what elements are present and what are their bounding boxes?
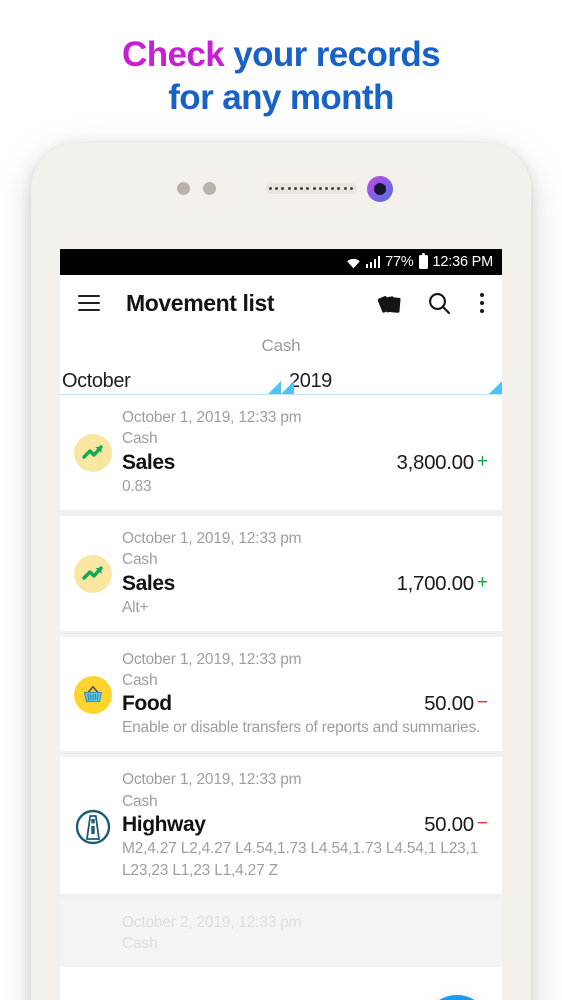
period-filter-row: October 2019 (60, 359, 502, 395)
promo-line-1-rest: your records (224, 35, 440, 74)
row-body: October 1, 2019, 12:33 pm Cash Sales 1,7… (114, 528, 488, 619)
month-selector-value: October (62, 370, 131, 392)
row-date: October 1, 2019, 12:33 pm (122, 771, 302, 789)
row-note: 0.83 (122, 477, 152, 495)
row-icon (72, 675, 114, 714)
shopping-basket-icon (74, 675, 112, 714)
row-body: October 1, 2019, 12:33 pm Cash Sales 3,8… (114, 407, 488, 498)
row-sign: + (476, 450, 488, 472)
earpiece-speaker-icon (265, 183, 357, 194)
row-amount-group: 1,700.00 + (386, 572, 488, 596)
row-note: Alt+ (122, 598, 149, 616)
table-row[interactable]: October 1, 2019, 12:33 pm Cash Highway 5… (60, 757, 502, 894)
road-icon (74, 808, 112, 846)
table-row[interactable]: October 1, 2019, 12:33 pm Cash Sales 3,8… (60, 395, 502, 510)
row-sign: − (476, 813, 488, 834)
page-title: Movement list (126, 289, 275, 316)
table-row[interactable]: October 1, 2019, 12:33 pm Cash Food 50.0… (60, 636, 502, 752)
table-row[interactable]: October 2, 2019, 12:33 pm Cash (60, 900, 502, 967)
row-main-line: Sales 3,800.00 + (122, 451, 488, 475)
row-category: Sales (122, 571, 175, 595)
row-amount-group: 50.00 − (414, 692, 488, 716)
row-amount: 3,800.00 (396, 450, 474, 474)
chevron-down-icon (489, 381, 502, 394)
row-icon (72, 434, 114, 473)
row-category: Highway (122, 813, 206, 836)
row-main-line: Sales 1,700.00 + (122, 572, 488, 596)
app-bar: Movement list (60, 275, 502, 331)
row-amount: 1,700.00 (396, 571, 474, 595)
row-date: October 1, 2019, 12:33 pm (122, 529, 302, 547)
row-date: October 1, 2019, 12:33 pm (122, 409, 302, 426)
row-date: October 1, 2019, 12:33 pm (122, 650, 302, 668)
battery-icon (418, 252, 428, 269)
row-sign: − (476, 692, 488, 714)
trending-up-icon (74, 434, 112, 473)
row-category: Food (122, 692, 172, 716)
row-icon (72, 808, 114, 846)
row-main-line: Food 50.00 − (122, 692, 488, 716)
row-date: October 2, 2019, 12:33 pm (122, 914, 302, 931)
promo-headline: Check your records for any month (0, 34, 562, 119)
movement-list[interactable]: October 1, 2019, 12:33 pm Cash Sales 3,8… (60, 395, 502, 967)
row-note: Enable or disable transfers of reports a… (122, 719, 481, 737)
hamburger-menu-icon[interactable] (78, 295, 100, 311)
row-amount: 50.00 (424, 692, 474, 716)
row-body: October 1, 2019, 12:33 pm Cash Highway 5… (114, 769, 488, 882)
phone-top-bezel (31, 143, 531, 248)
status-bar: 77% 12:36 PM (60, 249, 502, 275)
row-body: October 2, 2019, 12:33 pm Cash (114, 912, 488, 955)
row-account: Cash (122, 792, 158, 810)
row-amount-group: 50.00 − (414, 813, 488, 837)
front-camera-icon (367, 176, 393, 202)
promo-line-1: Check your records (0, 34, 562, 77)
battery-percent-label: 77% (385, 254, 414, 270)
table-row[interactable]: October 1, 2019, 12:33 pm Cash Sales 1,7… (60, 515, 502, 631)
overflow-menu-icon[interactable] (474, 292, 486, 314)
promo-line-2: for any month (168, 77, 394, 117)
row-account: Cash (122, 671, 158, 689)
row-account: Cash (122, 430, 158, 448)
cards-icon[interactable] (378, 290, 405, 317)
trending-up-icon (74, 555, 112, 594)
row-icon (72, 555, 114, 594)
promo-highlight-word: Check (122, 35, 225, 74)
row-note: M2,4.27 L2,4.27 L4.54,1.73 L4.54,1.73 L4… (122, 840, 479, 879)
row-body: October 1, 2019, 12:33 pm Cash Food 50.0… (114, 649, 488, 740)
row-category: Sales (122, 450, 175, 474)
chevron-down-icon (268, 381, 281, 394)
add-movement-fab[interactable] (424, 995, 490, 1000)
wifi-icon (346, 256, 361, 269)
row-account: Cash (122, 935, 158, 953)
proximity-sensor-icon (177, 182, 190, 195)
chevron-down-icon (281, 381, 294, 394)
row-amount: 50.00 (424, 813, 474, 836)
phone-device: 77% 12:36 PM Movement list Cash October … (31, 143, 531, 1000)
phone-screen: 77% 12:36 PM Movement list Cash October … (60, 249, 502, 1000)
row-main-line: Highway 50.00 − (122, 813, 488, 837)
search-icon[interactable] (427, 291, 452, 316)
signal-bars-icon (365, 256, 381, 268)
account-filter-label: Cash (261, 336, 301, 355)
year-selector[interactable]: 2019 (281, 371, 502, 395)
row-amount-group: 3,800.00 + (386, 451, 488, 475)
row-sign: + (476, 571, 488, 593)
light-sensor-icon (203, 182, 216, 195)
month-selector[interactable]: October (60, 371, 281, 395)
row-account: Cash (122, 551, 158, 569)
clock-label: 12:36 PM (432, 254, 494, 270)
